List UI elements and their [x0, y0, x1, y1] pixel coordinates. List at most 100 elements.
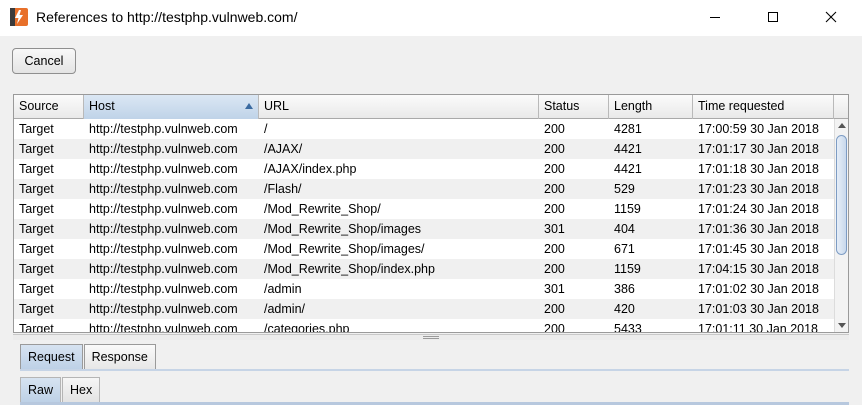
- cell-host: http://testphp.vulnweb.com: [89, 322, 238, 333]
- cell-source: Target: [19, 182, 54, 196]
- minimize-icon: [710, 17, 720, 18]
- cell-time: 17:01:36 30 Jan 2018: [698, 222, 819, 236]
- cell-url: /admin: [264, 282, 302, 296]
- cell-length: 4281: [614, 122, 642, 136]
- cell-time: 17:01:11 30 Jan 2018: [698, 322, 819, 333]
- column-header-filler: [834, 95, 848, 119]
- table-row[interactable]: Target http://testphp.vulnweb.com /Mod_R…: [14, 239, 834, 259]
- subtab-hex[interactable]: Hex: [62, 377, 101, 403]
- cell-url: /Mod_Rewrite_Shop/images/: [264, 242, 425, 256]
- cell-length: 5433: [614, 322, 642, 333]
- cell-status: 200: [544, 322, 565, 333]
- subtab-raw[interactable]: Raw: [20, 377, 62, 403]
- sort-ascending-icon: [245, 103, 253, 109]
- cell-status: 200: [544, 302, 565, 316]
- cell-time: 17:04:15 30 Jan 2018: [698, 262, 819, 276]
- cell-status: 200: [544, 242, 565, 256]
- column-header-source[interactable]: Source: [14, 95, 84, 119]
- pane-splitter[interactable]: [13, 334, 849, 340]
- maximize-icon: [768, 12, 778, 22]
- cell-time: 17:01:24 30 Jan 2018: [698, 202, 819, 216]
- cell-source: Target: [19, 282, 54, 296]
- column-header-status[interactable]: Status: [539, 95, 609, 119]
- cell-url: /Flash/: [264, 182, 302, 196]
- close-icon: [825, 11, 837, 23]
- table-row[interactable]: Target http://testphp.vulnweb.com /Mod_R…: [14, 199, 834, 219]
- tab-response[interactable]: Response: [83, 344, 156, 370]
- cell-length: 404: [614, 222, 635, 236]
- cell-host: http://testphp.vulnweb.com: [89, 242, 238, 256]
- cell-length: 671: [614, 242, 635, 256]
- cell-source: Target: [19, 222, 54, 236]
- cell-source: Target: [19, 322, 54, 333]
- cell-source: Target: [19, 202, 54, 216]
- cell-url: /: [264, 122, 268, 136]
- cell-length: 386: [614, 282, 635, 296]
- burp-suite-icon: [10, 8, 28, 26]
- table-row[interactable]: Target http://testphp.vulnweb.com /admin…: [14, 279, 834, 299]
- cell-host: http://testphp.vulnweb.com: [89, 162, 238, 176]
- column-header-time-requested[interactable]: Time requested: [693, 95, 834, 119]
- cell-source: Target: [19, 162, 54, 176]
- splitter-grip-icon[interactable]: [423, 336, 439, 339]
- cell-status: 200: [544, 162, 565, 176]
- cell-url: /categories.php: [264, 322, 350, 333]
- cancel-button[interactable]: Cancel: [12, 48, 76, 74]
- cell-host: http://testphp.vulnweb.com: [89, 202, 238, 216]
- table-row[interactable]: Target http://testphp.vulnweb.com /Mod_R…: [14, 219, 834, 239]
- cell-host: http://testphp.vulnweb.com: [89, 122, 238, 136]
- close-button[interactable]: [808, 0, 854, 34]
- dialog-content: Cancel Source Host URL Status Length Tim…: [0, 36, 862, 405]
- cell-length: 529: [614, 182, 635, 196]
- cell-source: Target: [19, 242, 54, 256]
- table-row[interactable]: Target http://testphp.vulnweb.com /Flash…: [14, 179, 834, 199]
- cell-status: 200: [544, 122, 565, 136]
- table-row[interactable]: Target http://testphp.vulnweb.com /AJAX/…: [14, 159, 834, 179]
- scrollbar-thumb[interactable]: [836, 135, 847, 255]
- table-row[interactable]: Target http://testphp.vulnweb.com /admin…: [14, 299, 834, 319]
- cell-time: 17:01:17 30 Jan 2018: [698, 142, 819, 156]
- cell-url: /Mod_Rewrite_Shop/index.php: [264, 262, 435, 276]
- column-header-host[interactable]: Host: [84, 95, 259, 119]
- cell-host: http://testphp.vulnweb.com: [89, 222, 238, 236]
- maximize-button[interactable]: [750, 0, 796, 34]
- cell-length: 420: [614, 302, 635, 316]
- table-row[interactable]: Target http://testphp.vulnweb.com /categ…: [14, 319, 834, 333]
- scroll-down-icon[interactable]: [838, 323, 846, 328]
- table-row[interactable]: Target http://testphp.vulnweb.com /Mod_R…: [14, 259, 834, 279]
- title-bar: References to http://testphp.vulnweb.com…: [0, 0, 862, 36]
- cell-length: 4421: [614, 162, 642, 176]
- cell-length: 1159: [614, 202, 641, 216]
- cell-url: /AJAX/: [264, 142, 303, 156]
- cell-host: http://testphp.vulnweb.com: [89, 262, 238, 276]
- message-tabs: Request Response: [20, 344, 157, 370]
- table-row[interactable]: Target http://testphp.vulnweb.com /AJAX/…: [14, 139, 834, 159]
- cell-host: http://testphp.vulnweb.com: [89, 182, 238, 196]
- cell-status: 200: [544, 262, 565, 276]
- references-table: Source Host URL Status Length Time reque…: [13, 94, 849, 333]
- cell-time: 17:01:03 30 Jan 2018: [698, 302, 819, 316]
- column-header-length[interactable]: Length: [609, 95, 693, 119]
- cell-time: 17:00:59 30 Jan 2018: [698, 122, 819, 136]
- view-subtabs: Raw Hex: [20, 377, 101, 403]
- cell-host: http://testphp.vulnweb.com: [89, 142, 238, 156]
- table-header: Source Host URL Status Length Time reque…: [14, 95, 848, 119]
- cell-time: 17:01:45 30 Jan 2018: [698, 242, 819, 256]
- cell-source: Target: [19, 122, 54, 136]
- cell-url: /AJAX/index.php: [264, 162, 357, 176]
- cell-url: /Mod_Rewrite_Shop/images: [264, 222, 422, 236]
- cell-url: /Mod_Rewrite_Shop/: [264, 202, 381, 216]
- cell-status: 301: [544, 222, 565, 236]
- cell-source: Target: [19, 262, 54, 276]
- column-header-url[interactable]: URL: [259, 95, 539, 119]
- cell-time: 17:01:02 30 Jan 2018: [698, 282, 819, 296]
- table-row[interactable]: Target http://testphp.vulnweb.com / 200 …: [14, 119, 834, 139]
- cell-status: 301: [544, 282, 565, 296]
- scroll-up-icon[interactable]: [838, 123, 846, 128]
- table-body: Target http://testphp.vulnweb.com / 200 …: [14, 119, 834, 333]
- tab-request[interactable]: Request: [20, 344, 83, 370]
- cell-length: 1159: [614, 262, 641, 276]
- minimize-button[interactable]: [692, 0, 738, 34]
- window-title: References to http://testphp.vulnweb.com…: [36, 9, 298, 25]
- vertical-scrollbar[interactable]: [834, 119, 848, 332]
